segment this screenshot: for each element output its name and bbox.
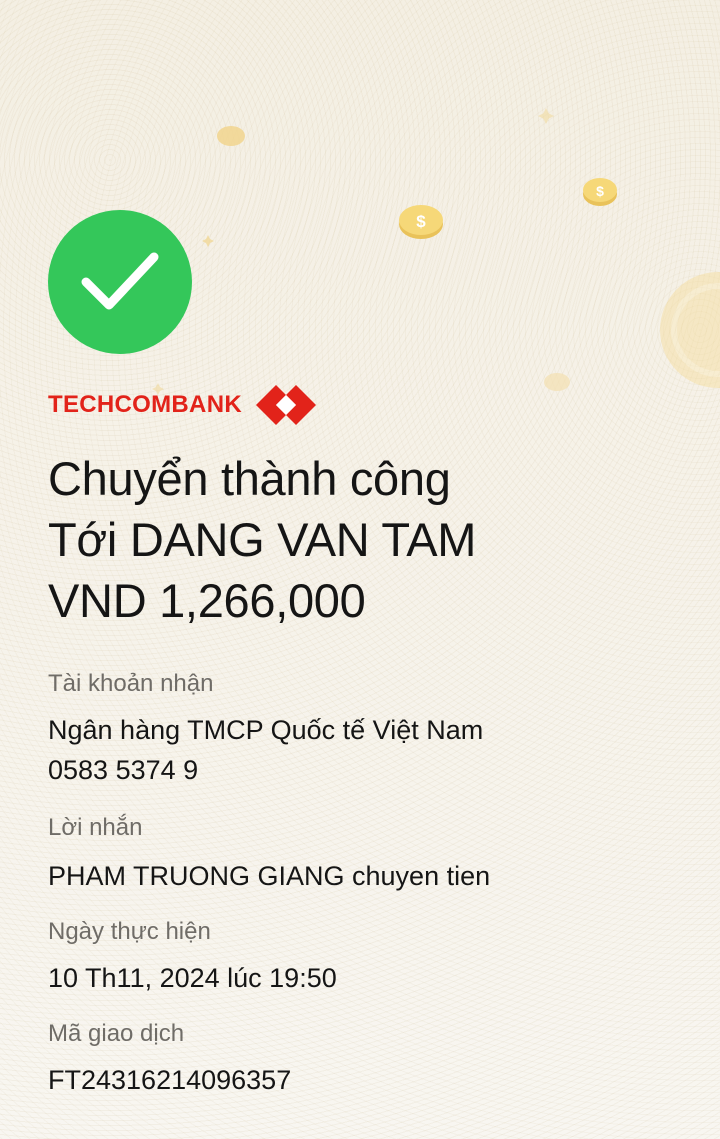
message-section: Lời nhắn PHAM TRUONG GIANG chuyen tien (48, 812, 688, 896)
svg-text:$: $ (596, 183, 604, 199)
transfer-summary: Chuyển thành công Tới DANG VAN TAM VND 1… (48, 448, 476, 631)
techcombank-logo-icon (255, 385, 316, 425)
svg-text:$: $ (416, 212, 426, 231)
transaction-id-value: FT24316214096357 (48, 1065, 292, 1095)
date-section: Ngày thực hiện 10 Th11, 2024 lúc 19:50 (48, 916, 688, 998)
success-check-badge (48, 210, 192, 354)
receiving-bank-name: Ngân hàng TMCP Quốc tế Việt Nam (48, 715, 484, 745)
transaction-id-label: Mã giao dịch (48, 1020, 185, 1047)
date-label: Ngày thực hiện (48, 918, 211, 945)
coin-icon (544, 373, 570, 391)
message-value: PHAM TRUONG GIANG chuyen tien (48, 861, 491, 891)
date-value: 10 Th11, 2024 lúc 19:50 (48, 963, 337, 993)
receiving-account-section: Tài khoản nhận Ngân hàng TMCP Quốc tế Vi… (48, 668, 688, 790)
receiving-account-number: 0583 5374 9 (48, 755, 199, 785)
transfer-amount: VND 1,266,000 (48, 574, 366, 627)
recipient-name: Tới DANG VAN TAM (48, 513, 477, 566)
checkmark-icon (81, 252, 159, 310)
bank-name: TECHCOMBANK (48, 391, 242, 418)
receiving-account-label: Tài khoản nhận (48, 670, 214, 697)
sparkle-icon (202, 235, 214, 247)
transaction-id-section: Mã giao dịch FT24316214096357 (48, 1018, 688, 1100)
transfer-status-title: Chuyển thành công (48, 452, 451, 505)
coin-icon (217, 126, 245, 146)
dollar-coin-icon: $ (399, 205, 443, 239)
large-coin-icon (660, 272, 720, 388)
transfer-details: Tài khoản nhận Ngân hàng TMCP Quốc tế Vi… (48, 668, 688, 1100)
dollar-coin-icon: $ (583, 178, 617, 206)
message-label: Lời nhắn (48, 814, 143, 841)
sparkle-icon (538, 108, 554, 124)
bank-brand: TECHCOMBANK (48, 383, 318, 427)
